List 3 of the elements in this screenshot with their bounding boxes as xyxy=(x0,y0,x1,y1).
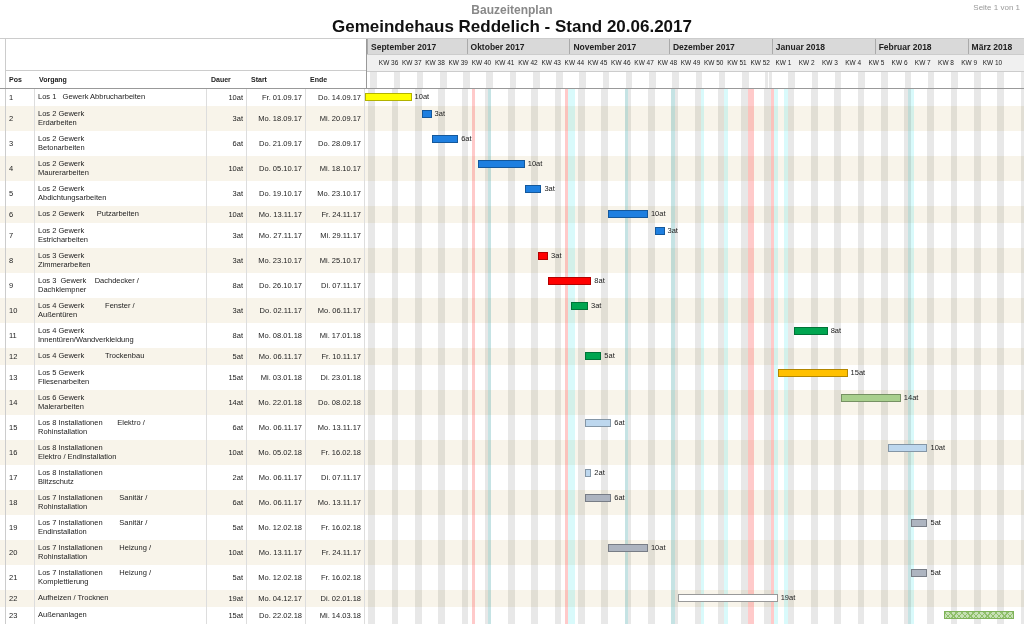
plan-subtitle: Bauzeitenplan xyxy=(471,3,553,17)
plan-title: Gemeindehaus Reddelich - Stand 20.06.2017 xyxy=(332,17,692,37)
page-number: Seite 1 von 1 xyxy=(973,3,1020,12)
